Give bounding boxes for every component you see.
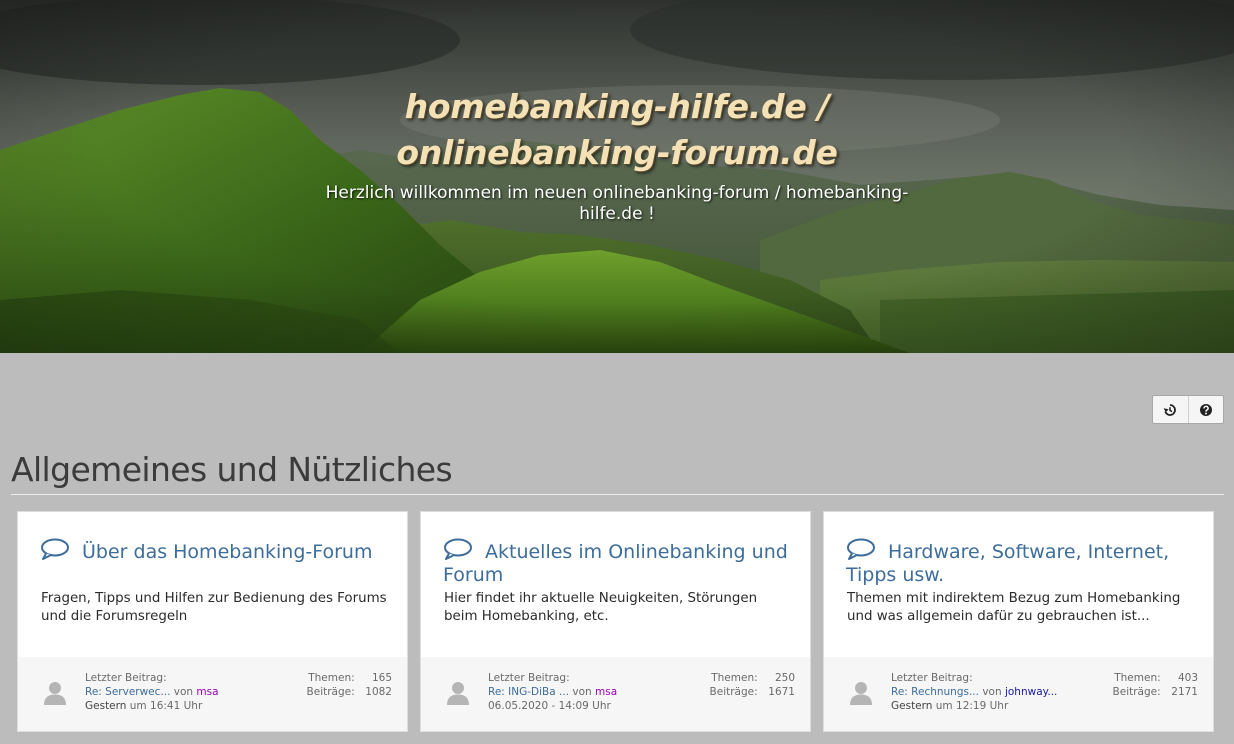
posts-label: Beiträge: — [1112, 686, 1161, 698]
topics-count: 403 — [1177, 672, 1198, 684]
site-title-line-1: homebanking-hilfe.de / — [404, 87, 830, 126]
forum-card-footer: Letzter Beitrag: Re: Rechnungs... von jo… — [824, 657, 1213, 731]
posts-count: 1082 — [365, 686, 392, 698]
chat-bubble-icon — [444, 538, 472, 560]
forum-stats: Themen: 403 Beiträge: 2171 — [1113, 671, 1198, 699]
posts-label: Beiträge: — [709, 686, 758, 698]
last-post-link[interactable]: Re: Serverwec... — [85, 686, 170, 698]
last-post-info: Letzter Beitrag: Re: ING-DiBa ... von ms… — [488, 671, 688, 713]
chat-bubble-icon — [847, 538, 875, 560]
forum-description: Fragen, Tipps und Hilfen zur Bedienung d… — [41, 591, 387, 624]
forum-card: Über das Homebanking-Forum Fragen, Tipps… — [17, 511, 408, 732]
by-label: von — [173, 686, 194, 698]
forum-description: Themen mit indirektem Bezug zum Homebank… — [847, 591, 1181, 624]
forum-title-link[interactable]: Aktuelles im Onlinebanking und Forum — [443, 538, 798, 587]
last-post-link[interactable]: Re: ING-DiBa ... — [488, 686, 569, 698]
posts-label: Beiträge: — [306, 686, 355, 698]
forum-stats: Themen: 250 Beiträge: 1671 — [710, 671, 795, 699]
user-avatar-icon[interactable] — [850, 681, 872, 705]
last-post-user-link[interactable]: johnway... — [1005, 686, 1057, 698]
forum-title-link[interactable]: Hardware, Software, Internet, Tipps usw. — [846, 538, 1201, 587]
forum-title: Aktuelles im Onlinebanking und Forum — [443, 541, 788, 586]
chat-bubble-icon — [41, 538, 69, 560]
category-title[interactable]: Allgemeines und Nützliches — [11, 446, 453, 494]
topics-label: Themen: — [1114, 672, 1161, 684]
topics-count: 250 — [774, 672, 795, 684]
last-post-user-link[interactable]: msa — [196, 686, 218, 698]
forum-card: Hardware, Software, Internet, Tipps usw.… — [823, 511, 1214, 732]
last-post-time: 16:41 Uhr — [150, 700, 203, 712]
user-avatar-icon[interactable] — [447, 681, 469, 705]
forum-card-footer: Letzter Beitrag: Re: Serverwec... von ms… — [18, 657, 407, 731]
last-post-label: Letzter Beitrag: — [891, 672, 973, 684]
last-post-day: Gestern — [85, 700, 127, 712]
mountain-landscape-image — [0, 0, 1234, 353]
last-post-time: 12:19 Uhr — [956, 700, 1009, 712]
forum-title: Hardware, Software, Internet, Tipps usw. — [846, 541, 1170, 586]
last-post-label: Letzter Beitrag: — [488, 672, 570, 684]
help-button[interactable] — [1187, 396, 1224, 423]
user-avatar-icon[interactable] — [44, 681, 66, 705]
at-label: um — [129, 700, 147, 712]
last-post-day: Gestern — [891, 700, 933, 712]
by-label: von — [572, 686, 592, 698]
forum-card: Aktuelles im Onlinebanking und Forum Hie… — [420, 511, 811, 732]
last-post-label: Letzter Beitrag: — [85, 672, 167, 684]
help-icon — [1199, 403, 1212, 416]
toolbar — [1152, 395, 1224, 424]
header-banner: homebanking-hilfe.de / onlinebanking-for… — [0, 0, 1234, 353]
forum-title-link[interactable]: Über das Homebanking-Forum — [40, 538, 395, 564]
by-label: von — [982, 686, 1002, 698]
last-post-info: Letzter Beitrag: Re: Serverwec... von ms… — [85, 671, 285, 713]
last-post-link[interactable]: Re: Rechnungs... — [891, 686, 979, 698]
forum-description: Hier findet ihr aktuelle Neuigkeiten, St… — [444, 591, 758, 624]
site-title-line-2: onlinebanking-forum.de — [396, 133, 838, 172]
at-label: um — [935, 700, 953, 712]
section-divider — [11, 494, 1224, 495]
last-post-user-link[interactable]: msa — [595, 686, 617, 698]
history-button[interactable] — [1153, 396, 1188, 423]
last-post-date: 06.05.2020 - 14:09 Uhr — [488, 700, 611, 712]
forum-title: Über das Homebanking-Forum — [82, 541, 373, 563]
history-icon — [1163, 403, 1177, 416]
topics-label: Themen: — [711, 672, 758, 684]
forum-card-footer: Letzter Beitrag: Re: ING-DiBa ... von ms… — [421, 657, 810, 731]
forum-stats: Themen: 165 Beiträge: 1082 — [307, 671, 392, 699]
topics-count: 165 — [371, 672, 392, 684]
site-title[interactable]: homebanking-hilfe.de / onlinebanking-for… — [0, 84, 1234, 176]
site-subtitle: Herzlich willkommen im neuen onlinebanki… — [325, 183, 909, 224]
posts-count: 1671 — [768, 686, 795, 698]
topics-label: Themen: — [308, 672, 355, 684]
last-post-info: Letzter Beitrag: Re: Rechnungs... von jo… — [891, 671, 1091, 713]
posts-count: 2171 — [1171, 686, 1198, 698]
